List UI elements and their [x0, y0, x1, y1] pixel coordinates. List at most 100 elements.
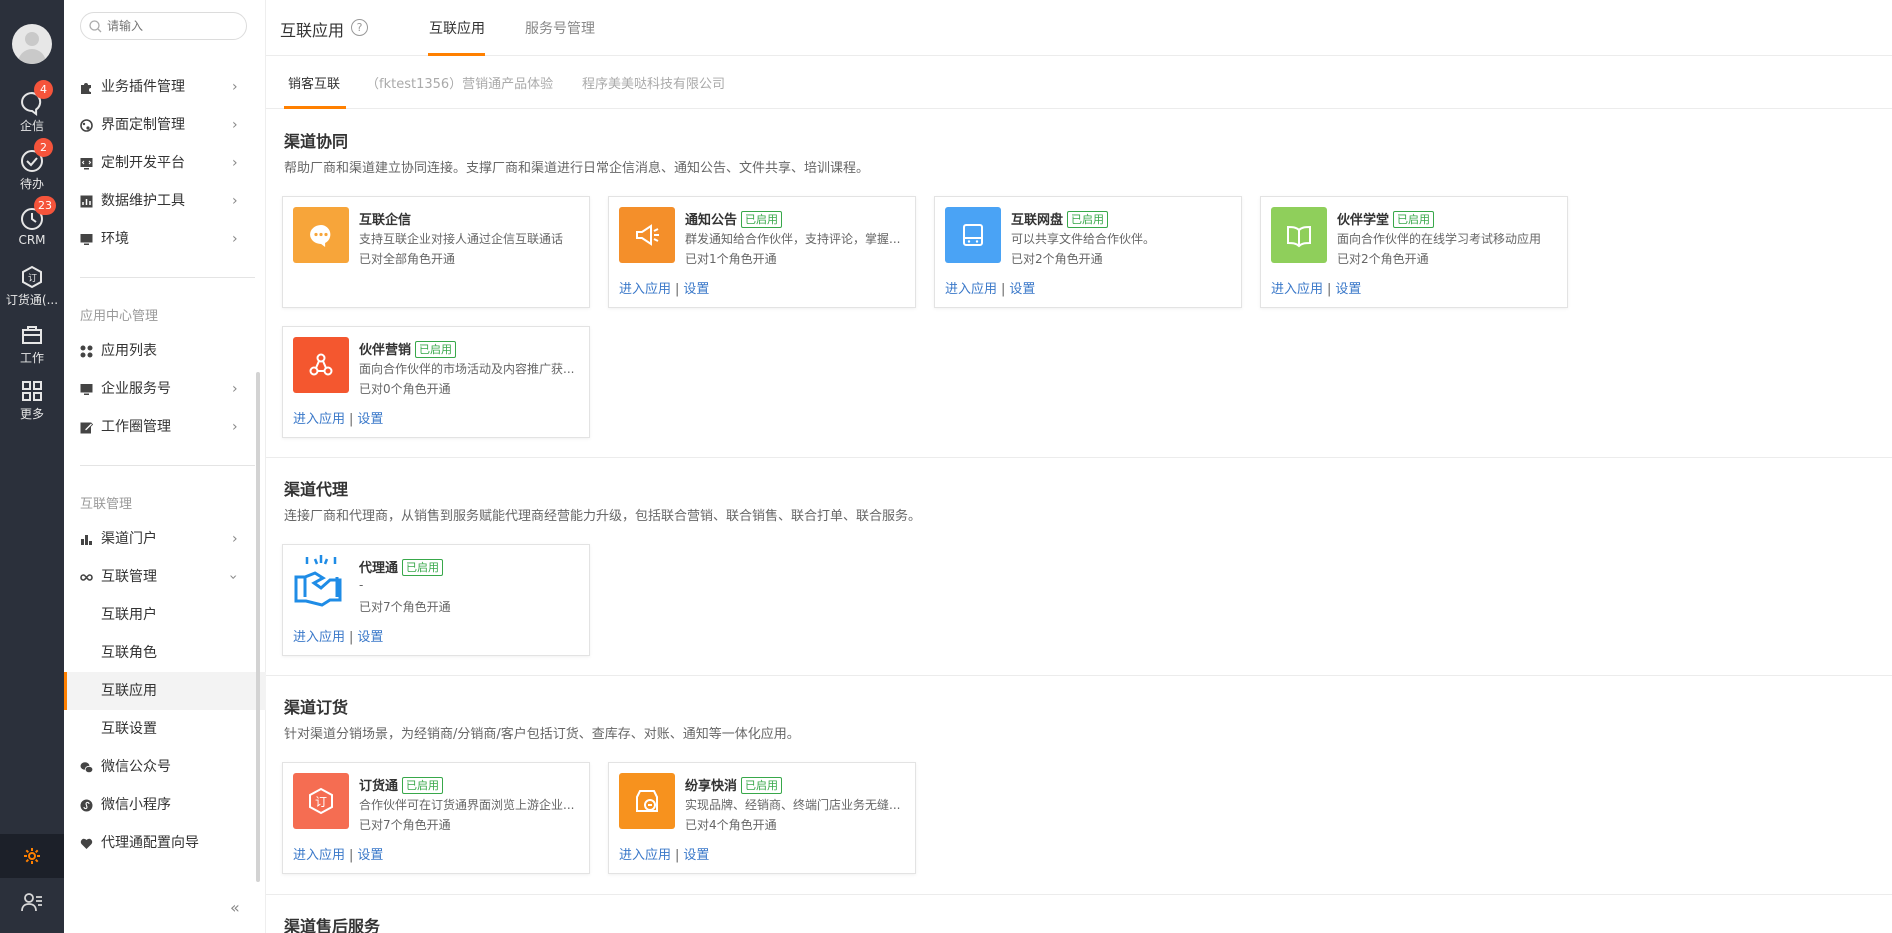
sidebar-item-service-account[interactable]: 企业服务号 ›: [64, 370, 266, 408]
top-bar: 互联应用 ? 互联应用 服务号管理: [266, 0, 1892, 56]
search-input[interactable]: [107, 17, 237, 35]
sidebar-item-interconnect-users[interactable]: 互联用户: [64, 596, 266, 634]
chat-bubble-icon: [293, 207, 349, 263]
sidebar-item-channel-portal[interactable]: 渠道门户 ›: [64, 520, 266, 558]
app-roles: 已对7个角色开通: [359, 818, 451, 832]
app-card-notice[interactable]: 通知公告 已启用 群发通知给合作伙伴，支持评论，掌握... 已对1个角色开通 进入…: [608, 196, 916, 308]
app-card-order[interactable]: 订 订货通 已启用 合作伙伴可在订货通界面浏览上游企业... 已对7个角色开通 进…: [282, 762, 590, 874]
sidebar-item-dev-platform[interactable]: 定制开发平台 ›: [64, 144, 266, 182]
admin-settings-button[interactable]: [0, 834, 64, 878]
sidebar-item-label: 业务插件管理: [101, 79, 185, 95]
sidebar-item-environment[interactable]: 环境 ›: [64, 220, 266, 258]
admin-sidebar: 业务插件管理 › 界面定制管理 › 定制开发平台 › 数据维护工具 › 环境 ›…: [64, 0, 266, 933]
sidebar-item-workcircle[interactable]: 工作圈管理 ›: [64, 408, 266, 446]
help-icon[interactable]: ?: [351, 19, 368, 36]
enter-app-link[interactable]: 进入应用: [293, 848, 345, 863]
app-desc: 群发通知给合作伙伴，支持评论，掌握...: [685, 232, 901, 246]
briefcase-icon: [0, 322, 64, 348]
sidebar-scrollbar[interactable]: [256, 372, 260, 882]
settings-link[interactable]: 设置: [1009, 282, 1035, 297]
enter-app-link[interactable]: 进入应用: [1271, 282, 1323, 297]
tab-service-account[interactable]: 服务号管理: [525, 18, 595, 38]
sidebar-item-agent-guide[interactable]: 代理通配置向导: [64, 824, 266, 862]
app-links: 进入应用 | 设置: [619, 844, 709, 863]
mini-program-icon: [80, 799, 93, 812]
app-desc: 实现品牌、经销商、终端门店业务无缝...: [685, 798, 901, 812]
app-card-netdisk[interactable]: 互联网盘 已启用 可以共享文件给合作伙伴。 已对2个角色开通 进入应用 | 设置: [934, 196, 1242, 308]
enter-app-link[interactable]: 进入应用: [619, 282, 671, 297]
settings-link[interactable]: 设置: [1335, 282, 1361, 297]
enter-app-link[interactable]: 进入应用: [945, 282, 997, 297]
settings-link[interactable]: 设置: [357, 630, 383, 645]
sidebar-item-plugin[interactable]: 业务插件管理 ›: [64, 68, 266, 106]
enabled-tag: 已启用: [402, 777, 444, 794]
main-content: 互联应用 ? 互联应用 服务号管理 销客互联 （fktest1356）营销通产品…: [266, 0, 1892, 933]
qixin-badge: 4: [34, 80, 53, 99]
link-separator: |: [1327, 282, 1332, 297]
sidebar-item-interconnect-roles[interactable]: 互联角色: [64, 634, 266, 672]
rail-item-order[interactable]: 订 订货通(...: [0, 260, 64, 314]
todo-badge: 2: [34, 138, 53, 157]
collapse-sidebar-button[interactable]: «: [230, 898, 240, 917]
grid-icon: [0, 378, 64, 404]
app-name: 纷享快消 已启用: [685, 775, 783, 794]
section-desc: 连接厂商和代理商，从销售到服务赋能代理商经营能力升级，包括联合营销、联合销售、联…: [284, 509, 922, 524]
rail-label: 待办: [19, 177, 44, 191]
sidebar-divider: [80, 277, 255, 278]
infinity-icon: [80, 574, 93, 581]
rail-item-more[interactable]: 更多: [0, 374, 64, 428]
enter-app-link[interactable]: 进入应用: [293, 630, 345, 645]
section-desc: 针对渠道分销场景，为经销商/分销商/客户包括订货、查库存、对账、通知等一体化应用…: [284, 727, 800, 742]
sidebar-item-interconnect-apps[interactable]: 互联应用: [64, 672, 266, 710]
apps-icon: [80, 345, 93, 358]
settings-link[interactable]: 设置: [683, 848, 709, 863]
edit-icon: [80, 422, 93, 434]
user-settings-button[interactable]: [0, 881, 64, 925]
app-root: 4 企信 2 待办 23 CRM 订 订货通(... 工作 更多 请输入 业务插…: [0, 0, 1892, 933]
app-desc: -: [359, 578, 364, 592]
rail-label: 工作: [19, 351, 44, 365]
sidebar-item-ui-custom[interactable]: 界面定制管理 ›: [64, 106, 266, 144]
app-roles: 已对全部角色开通: [359, 252, 456, 266]
rail-item-work[interactable]: 工作: [0, 318, 64, 372]
sidebar-item-data-tools[interactable]: 数据维护工具 ›: [64, 182, 266, 220]
app-card-agent[interactable]: 代理通 已启用 - 已对7个角色开通 进入应用 | 设置: [282, 544, 590, 656]
svg-text:订: 订: [28, 273, 37, 284]
section-title: 渠道代理: [284, 480, 349, 499]
sidebar-item-app-list[interactable]: 应用列表: [64, 332, 266, 370]
enabled-tag: 已启用: [402, 559, 444, 576]
sidebar-search[interactable]: [80, 12, 247, 40]
sidebar-item-interconnect-mgmt[interactable]: 互联管理 ›: [64, 558, 266, 596]
rail-item-qixin[interactable]: 4 企信: [0, 80, 64, 140]
enter-app-link[interactable]: 进入应用: [293, 412, 345, 427]
settings-link[interactable]: 设置: [357, 412, 383, 427]
sidebar-item-wechat-oa[interactable]: 微信公众号: [64, 748, 266, 786]
chevron-right-icon: ›: [232, 231, 238, 247]
app-card-partner-marketing[interactable]: 伙伴营销 已启用 面向合作伙伴的市场活动及内容推广获... 已对0个角色开通 进入…: [282, 326, 590, 438]
app-card-fmcg[interactable]: 纷享快消 已启用 实现品牌、经销商、终端门店业务无缝... 已对4个角色开通 进入…: [608, 762, 916, 874]
settings-link[interactable]: 设置: [683, 282, 709, 297]
subtab-fktest[interactable]: （fktest1356）营销通产品体验: [366, 73, 553, 92]
group-title-interconnect: 互联管理: [80, 497, 133, 512]
chevron-right-icon: ›: [232, 117, 238, 133]
sidebar-item-interconnect-settings[interactable]: 互联设置: [64, 710, 266, 748]
section-divider: [266, 457, 1892, 458]
enter-app-link[interactable]: 进入应用: [619, 848, 671, 863]
subtab-xiaoke[interactable]: 销客互联: [288, 73, 340, 92]
app-links: 进入应用 | 设置: [619, 278, 709, 297]
check-circle-icon: [0, 148, 64, 174]
wechat-icon: [80, 762, 93, 774]
rail-item-crm[interactable]: 23 CRM: [0, 196, 64, 256]
rail-item-todo[interactable]: 2 待办: [0, 138, 64, 198]
sidebar-item-wechat-mini[interactable]: 微信小程序: [64, 786, 266, 824]
settings-link[interactable]: 设置: [357, 848, 383, 863]
app-name: 伙伴学堂 已启用: [1337, 209, 1435, 228]
app-card-partner-school[interactable]: 伙伴学堂 已启用 面向合作伙伴的在线学习考试移动应用 已对2个角色开通 进入应用 |…: [1260, 196, 1568, 308]
tab-interconnect-apps[interactable]: 互联应用: [429, 18, 485, 38]
sidebar-divider: [80, 465, 255, 466]
svg-text:订: 订: [315, 795, 327, 809]
app-card-hulian-qixin[interactable]: 互联企信 支持互联企业对接人通过企信互联通话 已对全部角色开通: [282, 196, 590, 308]
avatar[interactable]: [12, 24, 52, 64]
subtab-chengxu[interactable]: 程序美美哒科技有限公司: [582, 73, 725, 92]
app-links: 进入应用 | 设置: [293, 626, 383, 645]
